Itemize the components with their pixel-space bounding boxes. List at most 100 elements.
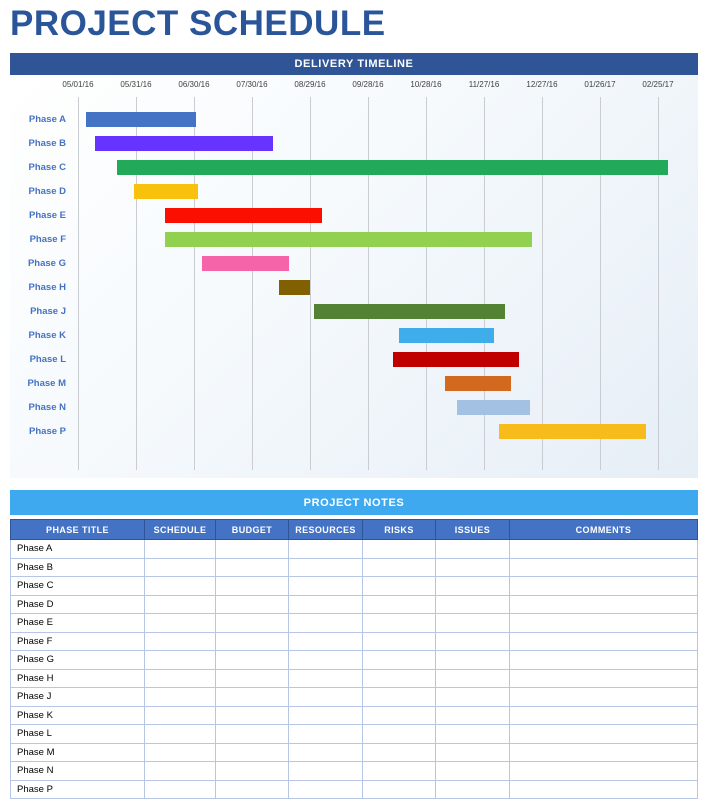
cell-schedule[interactable] — [144, 613, 216, 633]
cell-risks[interactable] — [362, 724, 436, 744]
gantt-bar[interactable] — [499, 424, 647, 439]
cell-issues[interactable] — [435, 779, 510, 799]
cell-schedule[interactable] — [144, 705, 216, 725]
cell-resources[interactable] — [288, 742, 363, 762]
cell-budget[interactable] — [215, 668, 289, 688]
cell-resources[interactable] — [288, 779, 363, 799]
cell-issues[interactable] — [435, 724, 510, 744]
column-header-issues[interactable]: ISSUES — [435, 519, 510, 540]
cell-phase-title[interactable]: Phase E — [10, 613, 145, 633]
cell-comments[interactable] — [509, 594, 698, 614]
cell-comments[interactable] — [509, 742, 698, 762]
cell-issues[interactable] — [435, 613, 510, 633]
cell-resources[interactable] — [288, 631, 363, 651]
cell-budget[interactable] — [215, 779, 289, 799]
cell-resources[interactable] — [288, 557, 363, 577]
cell-budget[interactable] — [215, 742, 289, 762]
cell-budget[interactable] — [215, 631, 289, 651]
cell-phase-title[interactable]: Phase J — [10, 687, 145, 707]
cell-comments[interactable] — [509, 613, 698, 633]
cell-risks[interactable] — [362, 650, 436, 670]
cell-issues[interactable] — [435, 576, 510, 596]
cell-risks[interactable] — [362, 631, 436, 651]
cell-comments[interactable] — [509, 779, 698, 799]
cell-phase-title[interactable]: Phase C — [10, 576, 145, 596]
gantt-bar[interactable] — [279, 280, 310, 295]
cell-budget[interactable] — [215, 557, 289, 577]
cell-phase-title[interactable]: Phase D — [10, 594, 145, 614]
cell-comments[interactable] — [509, 687, 698, 707]
cell-schedule[interactable] — [144, 539, 216, 559]
cell-issues[interactable] — [435, 539, 510, 559]
cell-budget[interactable] — [215, 613, 289, 633]
cell-risks[interactable] — [362, 742, 436, 762]
cell-resources[interactable] — [288, 539, 363, 559]
cell-phase-title[interactable]: Phase N — [10, 761, 145, 781]
cell-budget[interactable] — [215, 761, 289, 781]
gantt-bar[interactable] — [116, 160, 668, 175]
cell-budget[interactable] — [215, 687, 289, 707]
gantt-bar[interactable] — [456, 400, 531, 415]
gantt-bar[interactable] — [201, 256, 289, 271]
cell-comments[interactable] — [509, 650, 698, 670]
gantt-bar[interactable] — [165, 232, 533, 247]
cell-phase-title[interactable]: Phase B — [10, 557, 145, 577]
cell-resources[interactable] — [288, 650, 363, 670]
cell-risks[interactable] — [362, 576, 436, 596]
cell-schedule[interactable] — [144, 687, 216, 707]
cell-phase-title[interactable]: Phase M — [10, 742, 145, 762]
gantt-bar[interactable] — [393, 352, 519, 367]
cell-risks[interactable] — [362, 779, 436, 799]
cell-budget[interactable] — [215, 705, 289, 725]
cell-risks[interactable] — [362, 557, 436, 577]
cell-schedule[interactable] — [144, 742, 216, 762]
cell-comments[interactable] — [509, 539, 698, 559]
column-header-comments[interactable]: COMMENTS — [509, 519, 698, 540]
cell-phase-title[interactable]: Phase H — [10, 668, 145, 688]
cell-resources[interactable] — [288, 668, 363, 688]
cell-risks[interactable] — [362, 594, 436, 614]
column-header-risks[interactable]: RISKS — [362, 519, 436, 540]
cell-comments[interactable] — [509, 576, 698, 596]
cell-issues[interactable] — [435, 631, 510, 651]
gantt-bar[interactable] — [398, 328, 494, 343]
cell-risks[interactable] — [362, 539, 436, 559]
cell-schedule[interactable] — [144, 668, 216, 688]
cell-budget[interactable] — [215, 594, 289, 614]
cell-schedule[interactable] — [144, 576, 216, 596]
gantt-bar[interactable] — [134, 184, 198, 199]
cell-risks[interactable] — [362, 761, 436, 781]
cell-schedule[interactable] — [144, 779, 216, 799]
cell-risks[interactable] — [362, 613, 436, 633]
cell-schedule[interactable] — [144, 761, 216, 781]
cell-schedule[interactable] — [144, 557, 216, 577]
gantt-bar[interactable] — [313, 304, 506, 319]
cell-phase-title[interactable]: Phase A — [10, 539, 145, 559]
cell-issues[interactable] — [435, 650, 510, 670]
cell-budget[interactable] — [215, 650, 289, 670]
cell-phase-title[interactable]: Phase K — [10, 705, 145, 725]
cell-comments[interactable] — [509, 631, 698, 651]
cell-phase-title[interactable]: Phase G — [10, 650, 145, 670]
column-header-budget[interactable]: BUDGET — [215, 519, 289, 540]
cell-budget[interactable] — [215, 576, 289, 596]
column-header-phase-title[interactable]: PHASE TITLE — [10, 519, 145, 540]
cell-schedule[interactable] — [144, 650, 216, 670]
column-header-schedule[interactable]: SCHEDULE — [144, 519, 216, 540]
cell-comments[interactable] — [509, 761, 698, 781]
cell-resources[interactable] — [288, 613, 363, 633]
gantt-bar[interactable] — [85, 112, 196, 127]
cell-issues[interactable] — [435, 594, 510, 614]
cell-risks[interactable] — [362, 668, 436, 688]
cell-issues[interactable] — [435, 761, 510, 781]
gantt-bar[interactable] — [165, 208, 322, 223]
cell-issues[interactable] — [435, 557, 510, 577]
cell-resources[interactable] — [288, 687, 363, 707]
cell-resources[interactable] — [288, 761, 363, 781]
cell-issues[interactable] — [435, 687, 510, 707]
column-header-resources[interactable]: RESOURCES — [288, 519, 363, 540]
cell-comments[interactable] — [509, 557, 698, 577]
cell-risks[interactable] — [362, 687, 436, 707]
cell-schedule[interactable] — [144, 724, 216, 744]
cell-issues[interactable] — [435, 668, 510, 688]
